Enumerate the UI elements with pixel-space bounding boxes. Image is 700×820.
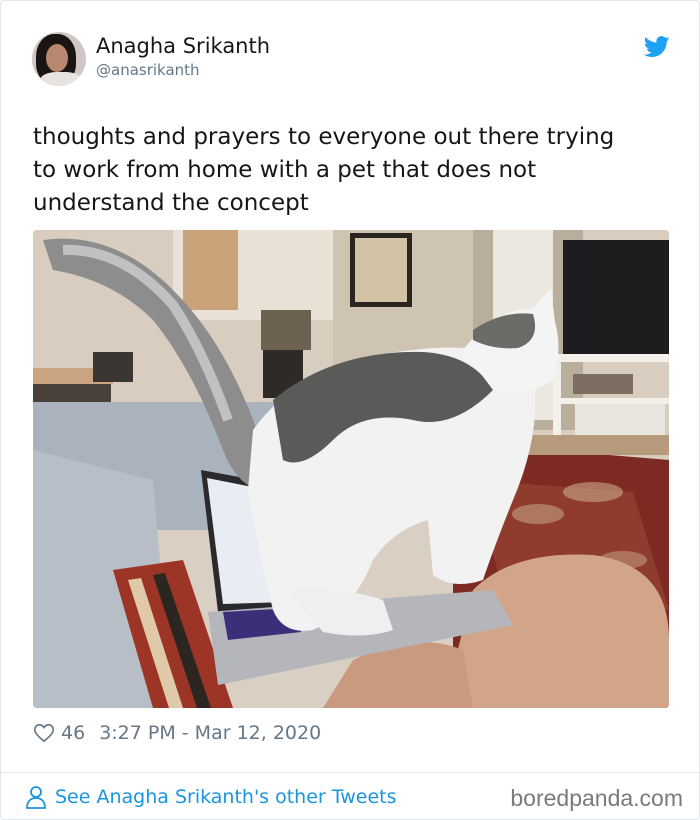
twitter-bird-icon[interactable] (644, 36, 670, 58)
tweet-header: Anagha Srikanth @anasrikanth (32, 32, 672, 88)
tweet-card: Anagha Srikanth @anasrikanth thoughts an… (0, 0, 700, 820)
like-count[interactable]: 46 (61, 722, 85, 744)
person-icon (26, 786, 46, 809)
tweet-meta: 46 3:27 PM - Mar 12, 2020 (33, 719, 321, 747)
divider (1, 772, 700, 773)
source-watermark: boredpanda.com (510, 785, 683, 811)
see-other-tweets-link[interactable]: See Anagha Srikanth's other Tweets (25, 782, 397, 812)
tweet-text-line: thoughts and prayers to everyone out the… (33, 124, 615, 150)
tweet-timestamp[interactable]: 3:27 PM - Mar 12, 2020 (99, 722, 321, 744)
tweet-text: thoughts and prayers to everyone out the… (33, 121, 673, 220)
tweet-photo[interactable] (33, 230, 669, 708)
author-handle[interactable]: @anasrikanth (96, 61, 200, 79)
heart-icon[interactable] (33, 722, 55, 744)
see-other-tweets-label[interactable]: See Anagha Srikanth's other Tweets (55, 786, 397, 808)
tweet-text-line: understand the concept (33, 190, 309, 216)
avatar[interactable] (32, 32, 86, 86)
cat-on-laptop-image (33, 230, 669, 708)
author-name[interactable]: Anagha Srikanth (96, 34, 270, 58)
tweet-text-line: to work from home with a pet that does n… (33, 157, 537, 183)
